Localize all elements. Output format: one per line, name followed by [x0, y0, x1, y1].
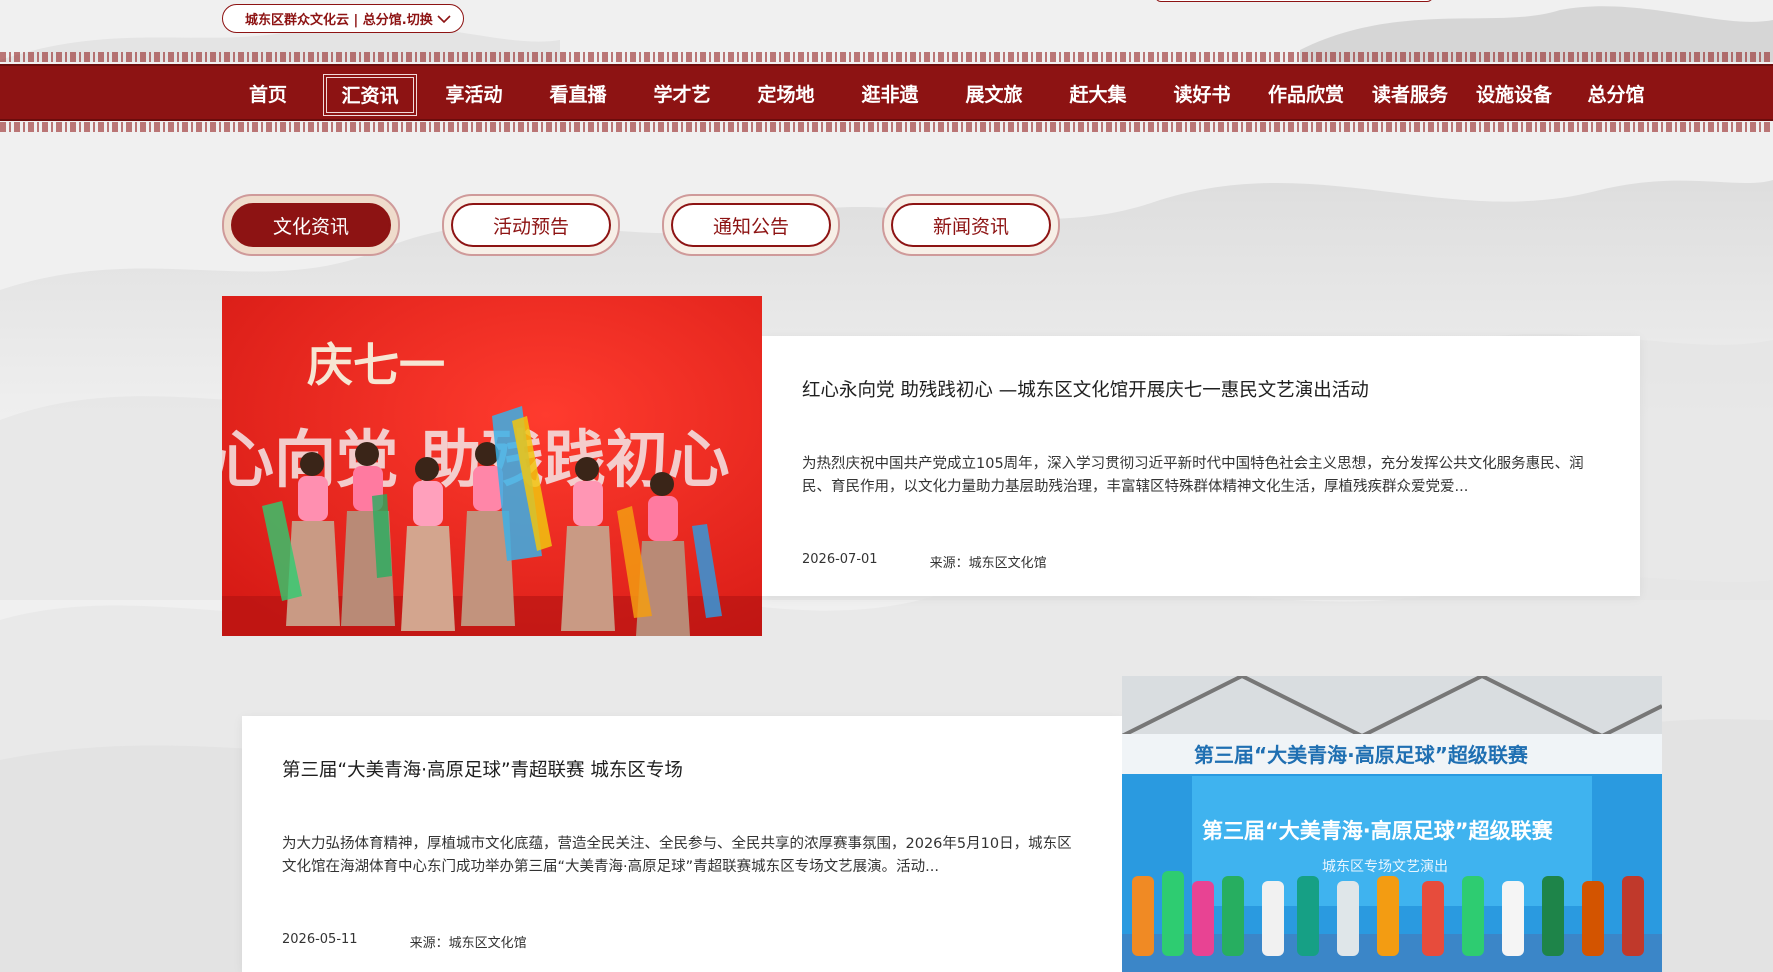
nav-fret-border [0, 52, 1773, 62]
chevron-down-icon [437, 14, 451, 23]
stage-banner-sub: 城东区专场文艺演出 [1322, 859, 1448, 875]
news-date: 2026-05-11 [282, 932, 358, 947]
main-nav: 首页 汇资讯 享活动 看直播 学才艺 定场地 逛非遗 展文旅 赶大集 读好书 作… [0, 64, 1773, 121]
site-switch-button[interactable]: 城东区群众文化云 | 总分馆.切换 [222, 4, 464, 33]
stage-banner-top: 第三届“大美青海·高原足球”超级联赛 [1194, 743, 1529, 767]
nav-item-activities[interactable]: 享活动 [434, 77, 514, 113]
nav-item-news[interactable]: 汇资讯 [323, 74, 417, 116]
news-photo-performance: 庆七一 心向党 助残践初心 [222, 296, 762, 636]
nav-item-market[interactable]: 赶大集 [1058, 77, 1138, 113]
nav-item-tourism[interactable]: 展文旅 [954, 77, 1034, 113]
tab-label: 活动预告 [451, 203, 611, 247]
site-switch-label: 城东区群众文化云 | 总分馆.切换 [245, 13, 433, 28]
tab-notices[interactable]: 通知公告 [662, 194, 840, 256]
news-summary: 为热烈庆祝中国共产党成立105周年，深入学习贯彻习近平新时代中国特色社会主义思想… [802, 456, 1584, 495]
tab-label: 新闻资讯 [891, 203, 1051, 247]
nav-item-heritage[interactable]: 逛非遗 [850, 77, 930, 113]
nav-item-branches[interactable]: 总分馆 [1578, 77, 1654, 113]
news-date: 2026-07-01 [802, 552, 878, 567]
news-meta: 2026-05-11 来源：城东区文化馆 [282, 932, 527, 951]
tab-culture-news[interactable]: 文化资讯 [222, 194, 400, 256]
nav-item-reading[interactable]: 读好书 [1162, 77, 1242, 113]
tab-event-preview[interactable]: 活动预告 [442, 194, 620, 256]
news-title[interactable]: 第三届“大美青海·高原足球”青超联赛 城东区专场 [282, 756, 683, 782]
news-source: 来源：城东区文化馆 [409, 936, 527, 951]
tab-label: 通知公告 [671, 203, 831, 247]
nav-item-facilities[interactable]: 设施设备 [1470, 77, 1558, 113]
tab-press-news[interactable]: 新闻资讯 [882, 194, 1060, 256]
nav-item-learn[interactable]: 学才艺 [642, 77, 722, 113]
news-photo-football-event: 第三届“大美青海·高原足球”超级联赛 第三届“大美青海·高原足球”超级联赛 城东… [1122, 676, 1662, 972]
news-summary: 为大力弘扬体育精神，厚植城市文化底蕴，营造全民关注、全民参与、全民共享的浓厚赛事… [282, 836, 1072, 875]
news-source: 来源：城东区文化馆 [929, 556, 1047, 571]
banner-text: 庆七一 [307, 338, 445, 392]
nav-item-works[interactable]: 作品欣赏 [1262, 77, 1350, 113]
main-nav-wrapper: 首页 汇资讯 享活动 看直播 学才艺 定场地 逛非遗 展文旅 赶大集 读好书 作… [0, 52, 1773, 134]
nav-item-home[interactable]: 首页 [240, 77, 296, 113]
news-card[interactable]: 红心永向党 助残践初心 —城东区文化馆开展庆七一惠民文艺演出活动 为热烈庆祝中国… [762, 336, 1640, 596]
news-meta: 2026-07-01 来源：城东区文化馆 [802, 552, 1047, 571]
search-box[interactable] [1155, 0, 1433, 2]
nav-fret-border [0, 122, 1773, 132]
tab-label: 文化资讯 [231, 203, 391, 247]
news-title[interactable]: 红心永向党 助残践初心 —城东区文化馆开展庆七一惠民文艺演出活动 [802, 376, 1369, 402]
nav-item-reader-service[interactable]: 读者服务 [1366, 77, 1454, 113]
news-image[interactable]: 第三届“大美青海·高原足球”超级联赛 第三届“大美青海·高原足球”超级联赛 城东… [1122, 676, 1662, 972]
nav-item-live[interactable]: 看直播 [538, 77, 618, 113]
nav-item-venues[interactable]: 定场地 [746, 77, 826, 113]
news-image[interactable]: 庆七一 心向党 助残践初心 [222, 296, 762, 636]
news-card[interactable]: 第三届“大美青海·高原足球”青超联赛 城东区专场 为大力弘扬体育精神，厚植城市文… [242, 716, 1122, 972]
stage-banner-main: 第三届“大美青海·高原足球”超级联赛 [1202, 819, 1554, 843]
